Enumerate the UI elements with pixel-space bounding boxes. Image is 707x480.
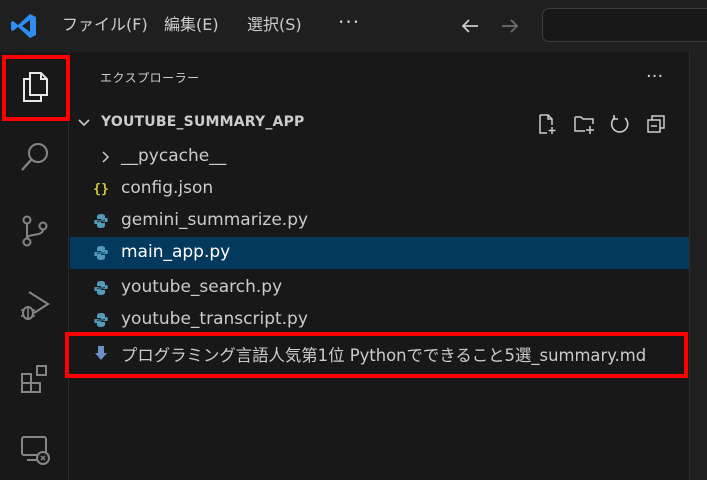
new-file-icon	[539, 114, 556, 134]
sidebar-more-button[interactable]: ···	[646, 66, 663, 87]
refresh-button[interactable]	[609, 113, 631, 135]
tree-folder-pycache[interactable]: __pycache__	[70, 141, 689, 173]
forward-arrow-icon[interactable]	[498, 14, 522, 38]
back-arrow-icon[interactable]	[458, 14, 482, 38]
chevron-down-icon	[78, 119, 90, 127]
tree-item-label: main_app.py	[121, 242, 231, 262]
remote-explorer-icon	[21, 436, 50, 465]
python-file-icon	[92, 280, 110, 296]
collapse-all-icon	[647, 115, 665, 133]
explorer-sidebar: エクスプローラー ··· YOUTUBE_SUMMARY_APP __pycac…	[70, 52, 689, 480]
files-icon	[23, 72, 48, 102]
new-folder-icon	[574, 116, 594, 134]
workspace-folder-header[interactable]: YOUTUBE_SUMMARY_APP	[70, 110, 689, 136]
menu-more-button[interactable]: ···	[338, 10, 360, 34]
search-button[interactable]	[4, 126, 66, 188]
tree-file-youtube-transcript[interactable]: youtube_transcript.py	[70, 304, 689, 336]
search-icon	[21, 143, 48, 171]
explorer-button[interactable]	[2, 55, 70, 121]
tree-item-label: プログラミング言語人気第1位 Pythonでできること5選_summary.md	[121, 346, 647, 365]
collapse-all-button[interactable]	[645, 113, 667, 135]
tree-item-label: __pycache__	[121, 146, 227, 166]
run-debug-icon	[21, 291, 50, 320]
sidebar-title: エクスプローラー	[100, 71, 200, 85]
command-center-search[interactable]	[542, 8, 707, 42]
json-file-icon: {}	[93, 181, 109, 197]
workspace-folder-name: YOUTUBE_SUMMARY_APP	[101, 114, 305, 130]
new-folder-button[interactable]	[573, 113, 595, 135]
tree-item-label: gemini_summarize.py	[121, 210, 309, 230]
tree-file-main-app[interactable]: main_app.py	[70, 237, 689, 269]
tree-item-label: youtube_transcript.py	[121, 309, 308, 329]
title-bar: ファイル(F) 編集(E) 選択(S) ···	[0, 0, 707, 52]
activity-bar	[0, 52, 70, 480]
extensions-icon	[21, 365, 47, 393]
python-file-icon	[92, 312, 110, 328]
vscode-logo-icon	[11, 14, 36, 38]
tree-file-youtube-search[interactable]: youtube_search.py	[70, 272, 689, 304]
tree-item-label: youtube_search.py	[121, 277, 283, 297]
remote-explorer-button[interactable]	[4, 418, 66, 480]
source-control-button[interactable]	[4, 200, 66, 262]
python-file-icon	[92, 213, 110, 229]
tree-file-gemini-summarize[interactable]: gemini_summarize.py	[70, 205, 689, 237]
menu-selection[interactable]: 選択(S)	[247, 14, 302, 36]
refresh-icon	[610, 115, 629, 133]
tree-file-config-json[interactable]: {} config.json	[70, 173, 689, 205]
extensions-button[interactable]	[4, 348, 66, 410]
menu-edit[interactable]: 編集(E)	[164, 14, 219, 36]
python-file-icon	[92, 245, 110, 261]
menu-file[interactable]: ファイル(F)	[62, 14, 148, 36]
new-file-button[interactable]	[536, 113, 558, 135]
chevron-right-icon	[96, 149, 114, 165]
run-debug-button[interactable]	[4, 274, 66, 336]
markdown-download-icon	[92, 345, 110, 361]
source-control-icon	[22, 215, 48, 247]
editor-area	[689, 52, 707, 480]
tree-file-summary-md[interactable]: プログラミング言語人気第1位 Pythonでできること5選_summary.md	[70, 337, 689, 369]
tree-item-label: config.json	[121, 178, 214, 198]
